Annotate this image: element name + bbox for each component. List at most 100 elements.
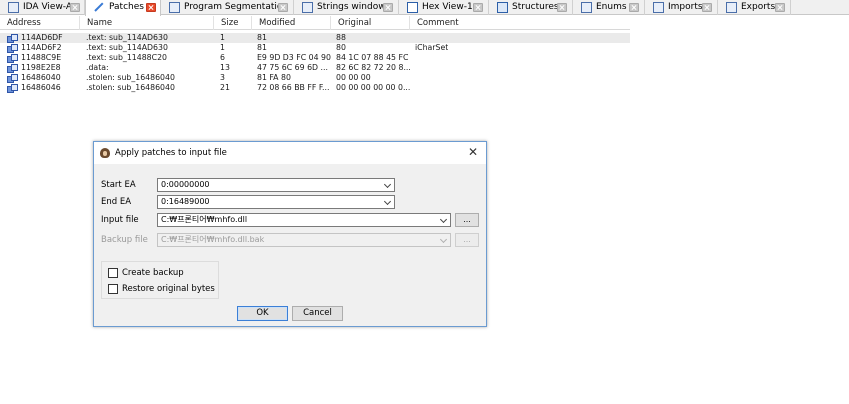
ida-app-icon <box>100 148 110 158</box>
cell-size: 1 <box>220 33 225 42</box>
tab-patches[interactable]: Patches <box>85 0 161 16</box>
cell-modified: 47 75 6C 69 6D ... <box>257 63 328 72</box>
chevron-down-icon[interactable] <box>383 180 392 189</box>
tab-strings-window[interactable]: Strings window <box>294 0 399 15</box>
restore-original-checkbox[interactable] <box>108 284 118 294</box>
cell-name: .stolen: sub_16486040 <box>86 83 175 92</box>
cell-modified: 81 <box>257 43 267 52</box>
patch-row-icon <box>7 84 18 93</box>
close-icon[interactable] <box>629 3 639 12</box>
close-icon[interactable] <box>557 3 567 12</box>
patch-row-icon <box>7 54 18 63</box>
cell-size: 3 <box>220 73 225 82</box>
tab-label: Strings window <box>317 2 386 12</box>
tab-ida-view-a[interactable]: IDA View-A <box>0 0 85 15</box>
cell-modified: 81 <box>257 33 267 42</box>
strings-icon <box>302 2 313 13</box>
cell-name: .text: sub_114AD630 <box>86 43 168 52</box>
create-backup-checkbox[interactable] <box>108 268 118 278</box>
cell-address: 11488C9E <box>21 53 62 62</box>
table-header: Address Name Size Modified Original Comm… <box>0 16 630 30</box>
end-ea-combo[interactable]: 0:16489000 <box>157 195 395 209</box>
patch-row-icon <box>7 44 18 53</box>
column-header-name[interactable]: Name <box>80 16 214 30</box>
tab-label: Exports <box>741 2 776 12</box>
options-group: Create backup Restore original bytes <box>101 261 219 299</box>
cell-original: 00 00 00 <box>336 73 371 82</box>
create-backup-label[interactable]: Create backup <box>122 267 184 279</box>
close-icon[interactable]: ✕ <box>466 145 480 159</box>
backup-file-browse-button[interactable]: ... <box>455 233 479 247</box>
close-icon[interactable] <box>383 3 393 12</box>
table-row[interactable]: 16486046 .stolen: sub_16486040 21 72 08 … <box>0 83 630 93</box>
cell-address: 1198E2E8 <box>21 63 61 72</box>
chevron-down-icon[interactable] <box>383 197 392 206</box>
cell-address: 16486046 <box>21 83 61 92</box>
cell-modified: 81 FA 80 <box>257 73 291 82</box>
close-icon[interactable] <box>473 3 483 12</box>
table-row[interactable]: 1198E2E8 .data: 13 47 75 6C 69 6D ... 82… <box>0 63 630 73</box>
cell-original: 84 1C 07 88 45 FC <box>336 53 409 62</box>
tab-label: Patches <box>109 2 144 12</box>
backup-file-value: C:₩프론티어₩mhfo.dll.bak <box>161 235 265 244</box>
column-header-comment[interactable]: Comment <box>410 16 630 30</box>
dialog-titlebar[interactable]: Apply patches to input file ✕ <box>94 142 486 164</box>
close-icon[interactable] <box>70 3 80 12</box>
table-row[interactable]: 114AD6F2 .text: sub_114AD630 1 81 80 iCh… <box>0 43 630 53</box>
cell-address: 16486040 <box>21 73 61 82</box>
cell-name: .text: sub_114AD630 <box>86 33 168 42</box>
structures-icon <box>497 2 508 13</box>
input-file-label: Input file <box>101 215 139 225</box>
tab-hex-view-1[interactable]: Hex View-1 <box>399 0 489 15</box>
backup-file-label: Backup file <box>101 235 148 245</box>
tab-label: Hex View-1 <box>422 2 473 12</box>
cell-size: 6 <box>220 53 225 62</box>
tab-label: Imports <box>668 2 703 12</box>
backup-file-combo[interactable]: C:₩프론티어₩mhfo.dll.bak <box>157 233 451 247</box>
cell-comment: iCharSet <box>415 43 449 52</box>
table-row[interactable]: 114AD6DF .text: sub_114AD630 1 81 88 <box>0 33 630 43</box>
patch-row-icon <box>7 34 18 43</box>
tab-label: Structures <box>512 2 559 12</box>
dialog-title: Apply patches to input file <box>115 148 227 158</box>
chevron-down-icon[interactable] <box>439 215 448 224</box>
input-file-browse-button[interactable]: ... <box>455 213 479 227</box>
tab-enums[interactable]: Enums <box>573 0 645 15</box>
input-file-combo[interactable]: C:₩프론티어₩mhfo.dll <box>157 213 451 227</box>
column-header-address[interactable]: Address <box>0 16 80 30</box>
start-ea-label: Start EA <box>101 180 136 190</box>
close-icon[interactable] <box>146 3 156 12</box>
cancel-button[interactable]: Cancel <box>292 306 343 321</box>
close-icon[interactable] <box>775 3 785 12</box>
segmentation-icon <box>169 2 180 13</box>
patch-row-icon <box>7 74 18 83</box>
close-icon[interactable] <box>278 3 288 12</box>
cell-modified: E9 9D D3 FC 04 90 <box>257 53 331 62</box>
tab-bar: IDA View-A Patches Program Segmentation … <box>0 0 849 16</box>
ida-view-icon <box>8 2 19 13</box>
table-row[interactable]: 16486040 .stolen: sub_16486040 3 81 FA 8… <box>0 73 630 83</box>
patches-icon <box>94 2 105 13</box>
column-header-modified[interactable]: Modified <box>252 16 331 30</box>
table-row[interactable]: 11488C9E .text: sub_11488C20 6 E9 9D D3 … <box>0 53 630 63</box>
patch-row-icon <box>7 64 18 73</box>
chevron-down-icon[interactable] <box>439 235 448 244</box>
input-file-value: C:₩프론티어₩mhfo.dll <box>161 215 248 224</box>
tab-label: Program Segmentation <box>184 2 289 12</box>
enums-icon <box>581 2 592 13</box>
hex-view-icon <box>407 2 418 13</box>
column-header-size[interactable]: Size <box>214 16 252 30</box>
close-icon[interactable] <box>702 3 712 12</box>
restore-original-label[interactable]: Restore original bytes <box>122 283 215 295</box>
start-ea-combo[interactable]: 0:00000000 <box>157 178 395 192</box>
column-header-original[interactable]: Original <box>331 16 410 30</box>
tab-exports[interactable]: Exports <box>718 0 791 15</box>
cell-size: 21 <box>220 83 230 92</box>
tab-program-segmentation[interactable]: Program Segmentation <box>161 0 294 15</box>
cell-original: 82 6C 82 72 20 8... <box>336 63 411 72</box>
ok-button[interactable]: OK <box>237 306 288 321</box>
cell-modified: 72 08 66 BB FF F... <box>257 83 330 92</box>
tab-imports[interactable]: Imports <box>645 0 718 15</box>
tab-label: Enums <box>596 2 627 12</box>
tab-structures[interactable]: Structures <box>489 0 573 15</box>
